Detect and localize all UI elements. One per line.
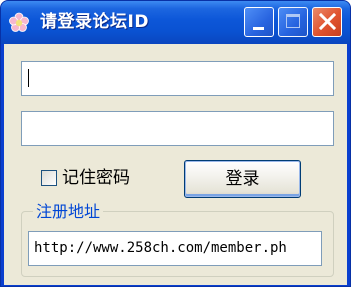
text-caret [28,69,29,87]
dialog-body: 记住密码 登录 注册地址 http://www.258ch.com/member… [4,44,347,285]
close-button[interactable] [312,7,342,37]
login-button[interactable]: 登录 [184,160,301,198]
close-icon [319,13,336,30]
title-bar[interactable]: 请登录论坛ID [1,1,350,44]
minimize-button[interactable] [244,7,274,37]
remember-password-checkbox[interactable] [41,170,57,186]
minimize-icon [253,27,264,30]
register-group-title: 注册地址 [33,202,104,222]
flower-icon [9,12,29,32]
maximize-icon [286,14,300,28]
window-title: 请登录论坛ID [40,12,149,32]
maximize-button[interactable] [278,7,308,37]
password-input[interactable] [21,111,334,146]
username-input[interactable] [21,61,334,96]
login-dialog: 请登录论坛ID 记住密码 登录 注册地址 http://www.258ch.co… [0,0,351,287]
remember-password-label[interactable]: 记住密码 [62,167,130,189]
register-url-field[interactable]: http://www.258ch.com/member.ph [28,231,322,266]
